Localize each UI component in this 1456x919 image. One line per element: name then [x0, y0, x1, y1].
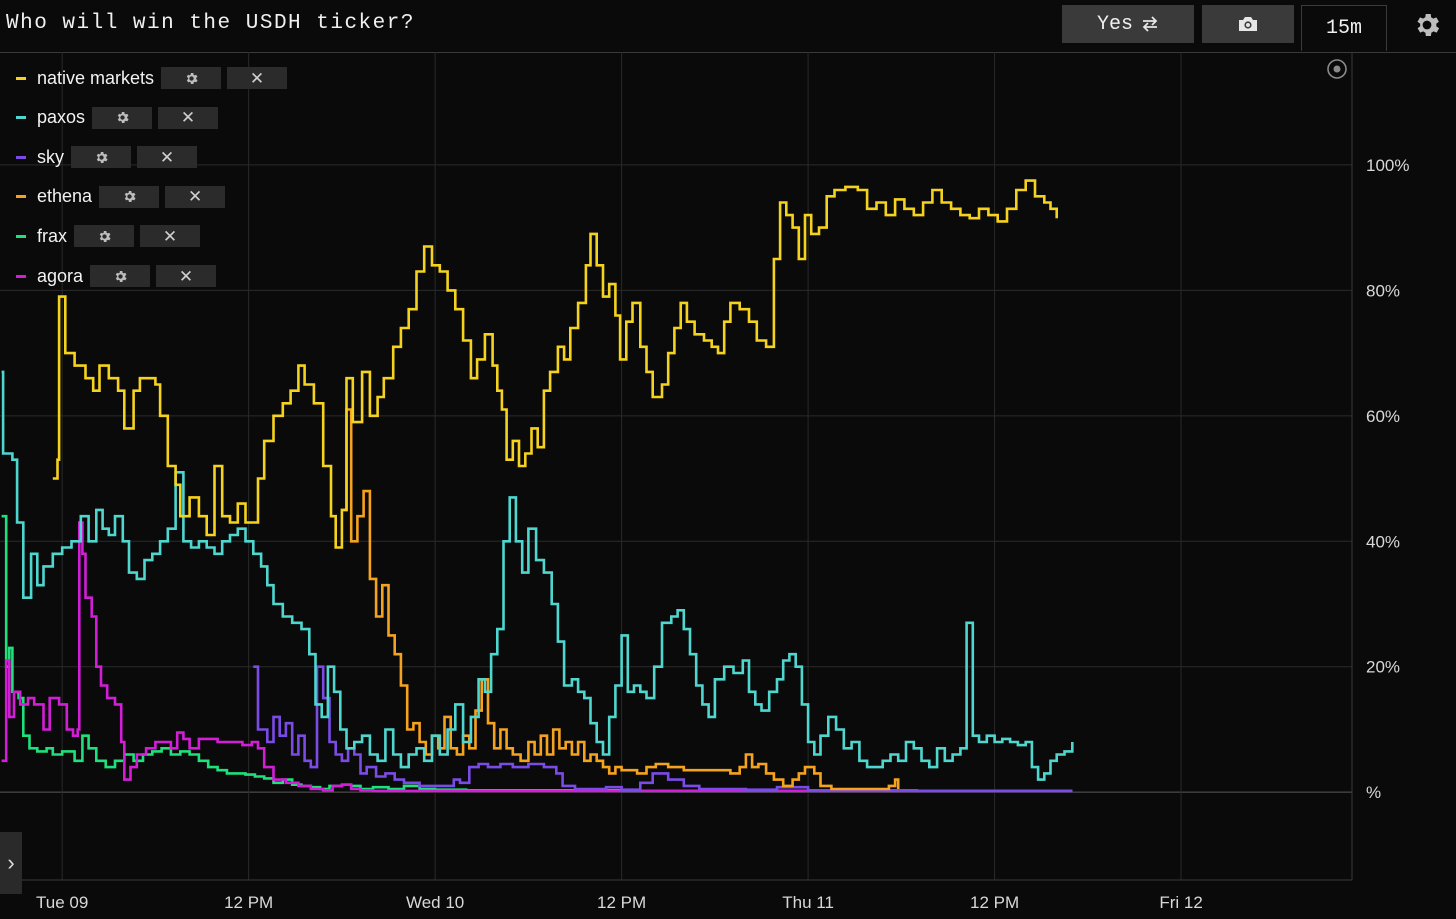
x-tick-label: 12 PM — [597, 893, 646, 912]
close-icon: ✕ — [178, 266, 194, 286]
series-line-agora — [1, 521, 1073, 793]
remove-series-button[interactable]: ✕ — [227, 67, 288, 89]
close-icon: ✕ — [249, 68, 265, 88]
y-tick-label: 60% — [1366, 407, 1400, 426]
series-settings-button[interactable] — [99, 185, 160, 208]
outcome-toggle-button[interactable]: Yes — [1062, 5, 1194, 43]
interval-selector[interactable]: 15m — [1301, 5, 1387, 51]
legend-label: native markets — [37, 67, 155, 88]
legend-color-swatch — [16, 76, 26, 80]
legend-color-swatch — [16, 234, 26, 238]
series-line-frax — [1, 514, 1073, 793]
remove-series-button[interactable]: ✕ — [158, 106, 219, 129]
remove-series-button[interactable]: ✕ — [140, 225, 201, 248]
remove-series-button[interactable]: ✕ — [156, 265, 217, 287]
page-title: Who will win the USDH ticker? — [6, 12, 415, 35]
outcome-label: Yes — [1096, 12, 1133, 36]
x-tick-label: 12 PM — [224, 893, 273, 912]
close-icon: ✕ — [180, 108, 196, 128]
y-tick-label: 40% — [1366, 532, 1400, 551]
y-tick-label: 20% — [1366, 658, 1400, 677]
series-settings-button[interactable] — [90, 265, 151, 287]
legend-color-swatch — [16, 155, 26, 159]
top-bar: Who will win the USDH ticker? Yes 15m — [0, 0, 1456, 53]
legend-label: agora — [37, 265, 84, 286]
interval-label: 15m — [1325, 17, 1362, 40]
gear-icon[interactable] — [1412, 10, 1442, 40]
legend-item: frax ✕ — [16, 224, 206, 248]
y-tick-label: 100% — [1366, 156, 1409, 175]
x-tick-label: 12 PM — [970, 893, 1019, 912]
gear-icon — [186, 72, 198, 84]
legend-label: ethena — [37, 186, 93, 207]
legend-item: paxos ✕ — [16, 106, 224, 130]
legend-item: ethena ✕ — [16, 185, 231, 209]
screenshot-button[interactable] — [1202, 5, 1294, 43]
close-icon: ✕ — [159, 147, 175, 167]
reset-view-icon[interactable] — [1327, 59, 1347, 79]
legend-item: native markets ✕ — [16, 66, 293, 90]
legend-label: frax — [37, 225, 68, 246]
legend-label: sky — [37, 146, 64, 167]
series-line-sky — [253, 665, 1073, 793]
legend-color-swatch — [16, 274, 26, 278]
x-tick-label: Tue 09 — [36, 893, 88, 912]
camera-icon — [1239, 17, 1257, 31]
gear-icon — [115, 270, 127, 282]
series-settings-button[interactable] — [92, 106, 153, 129]
close-icon: ✕ — [162, 226, 178, 246]
legend-item: sky ✕ — [16, 145, 203, 169]
series-settings-button[interactable] — [74, 225, 135, 248]
gear-icon — [117, 112, 129, 124]
x-tick-label: Fri 12 — [1159, 893, 1202, 912]
close-icon: ✕ — [187, 187, 203, 207]
x-tick-label: Thu 11 — [782, 893, 834, 912]
series-line-ethena — [343, 408, 900, 791]
gear-icon — [96, 151, 108, 163]
chevron-right-icon: › — [7, 850, 15, 875]
price-chart[interactable]: 100% 80% 60% 40% 20%% Tue 09 12 PM Wed 10 12 PM… — [0, 0, 1456, 919]
remove-series-button[interactable]: ✕ — [165, 185, 226, 208]
series-line-paxos — [1, 370, 1074, 781]
y-tick-label: % — [1366, 783, 1381, 802]
gear-icon — [124, 191, 136, 203]
legend-item: agora ✕ — [16, 264, 222, 288]
swap-arrows-icon — [1142, 16, 1158, 32]
y-tick-label: 80% — [1366, 281, 1400, 300]
series-settings-button[interactable] — [71, 146, 131, 169]
remove-series-button[interactable]: ✕ — [137, 146, 197, 169]
legend-label: paxos — [37, 107, 86, 128]
gear-icon — [99, 230, 111, 242]
expand-sidebar-button[interactable]: › — [0, 832, 22, 894]
legend-color-swatch — [16, 116, 26, 120]
series-settings-button[interactable] — [161, 67, 222, 89]
x-tick-label: Wed 10 — [406, 893, 464, 912]
legend-color-swatch — [16, 195, 26, 199]
